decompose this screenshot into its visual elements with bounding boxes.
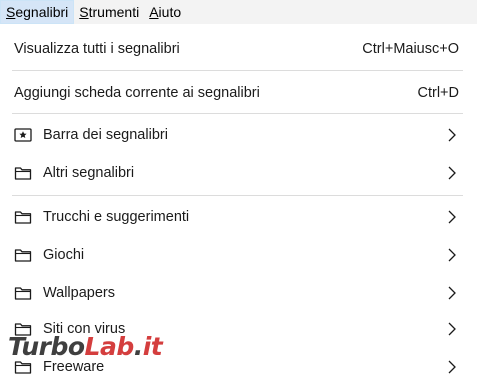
chevron-right-icon xyxy=(448,128,456,142)
menu-item-show-all-bookmarks[interactable]: Visualizza tutti i segnalibri Ctrl+Maius… xyxy=(0,31,477,67)
menu-separator xyxy=(12,113,463,114)
folder-icon xyxy=(14,211,32,224)
menu-bar: Segnalibri Strumenti Aiuto xyxy=(0,0,477,24)
watermark-part: Turbo xyxy=(8,332,85,361)
watermark-part: . xyxy=(133,332,144,361)
chevron-right-icon xyxy=(448,166,456,180)
folder-icon xyxy=(14,249,32,262)
menu-item-folder-trucchi[interactable]: Trucchi e suggerimenti xyxy=(0,199,477,235)
menu-item-folder-wallpapers[interactable]: Wallpapers xyxy=(0,275,477,311)
menu-item-label: Trucchi e suggerimenti xyxy=(43,209,190,225)
menu-item-label: Altri segnalibri xyxy=(43,165,135,181)
menu-separator xyxy=(12,195,463,196)
folder-icon xyxy=(14,361,32,374)
folder-icon xyxy=(14,287,32,300)
menu-aiuto[interactable]: Aiuto xyxy=(144,0,186,24)
menu-item-label: Giochi xyxy=(43,247,85,263)
chevron-right-icon xyxy=(448,360,456,374)
menu-item-label: Freeware xyxy=(43,359,105,375)
bookmarks-dropdown-menu: Visualizza tutti i segnalibri Ctrl+Maius… xyxy=(0,24,477,385)
menu-item-label: Visualizza tutti i segnalibri xyxy=(14,41,180,57)
chevron-right-icon xyxy=(448,286,456,300)
bookmarks-toolbar-icon xyxy=(14,128,32,142)
menu-item-other-bookmarks[interactable]: Altri segnalibri xyxy=(0,155,477,191)
accelerator-key: A xyxy=(149,4,159,20)
chevron-right-icon xyxy=(448,322,456,336)
accelerator-key: S xyxy=(79,4,89,20)
chevron-right-icon xyxy=(448,248,456,262)
accelerator-key: S xyxy=(6,4,16,20)
menu-item-label: Barra dei segnalibri xyxy=(43,127,168,143)
menu-separator xyxy=(12,70,463,71)
watermark-part: it xyxy=(142,332,163,361)
menu-item-label: Wallpapers xyxy=(43,285,115,301)
keyboard-shortcut: Ctrl+Maiusc+O xyxy=(362,41,459,57)
watermark-part: Lab xyxy=(84,332,135,361)
menu-item-folder-giochi[interactable]: Giochi xyxy=(0,237,477,273)
menu-label: iuto xyxy=(158,4,182,20)
chevron-right-icon xyxy=(448,210,456,224)
menu-item-bookmark-current-tab[interactable]: Aggiungi scheda corrente ai segnalibri C… xyxy=(0,75,477,111)
menu-item-bookmarks-toolbar[interactable]: Barra dei segnalibri xyxy=(0,117,477,153)
turbolab-watermark: TurboLab.it xyxy=(8,332,163,361)
menu-label: egnalibri xyxy=(15,4,69,20)
menu-segnalibri[interactable]: Segnalibri xyxy=(0,0,75,24)
menu-strumenti[interactable]: Strumenti xyxy=(74,0,144,24)
folder-icon xyxy=(14,167,32,180)
menu-item-label: Aggiungi scheda corrente ai segnalibri xyxy=(14,85,260,101)
keyboard-shortcut: Ctrl+D xyxy=(417,85,460,101)
menu-label: trumenti xyxy=(88,4,140,20)
